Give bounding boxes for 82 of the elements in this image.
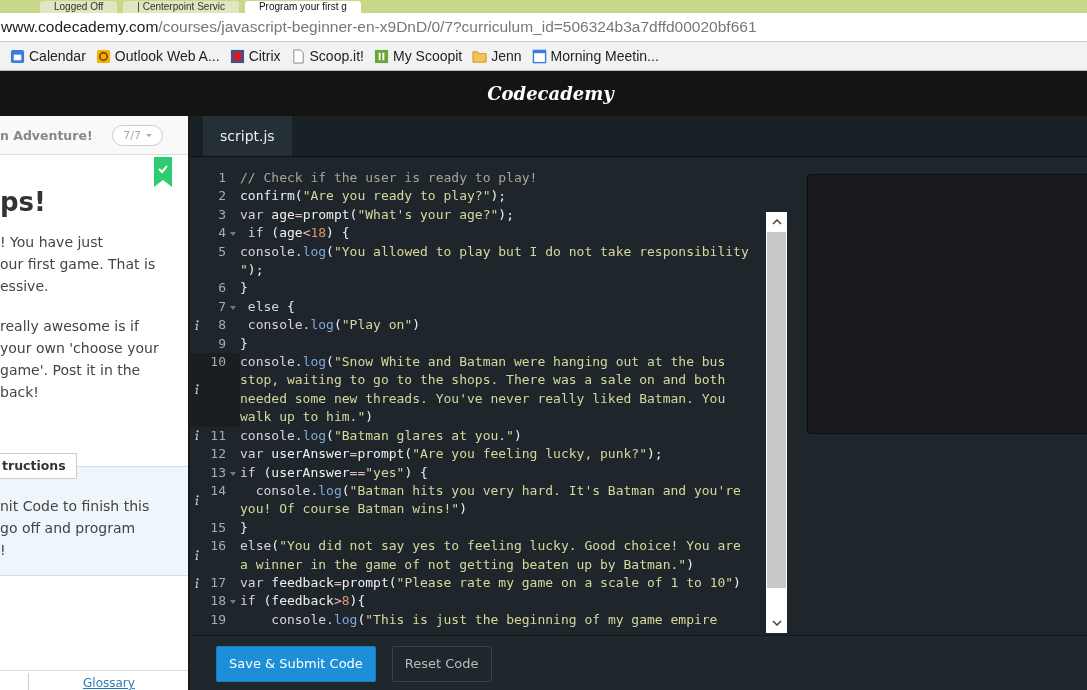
line-number: 18 xyxy=(209,592,226,611)
code-line: console.log("Batman hits you very hard. It's Batman and you're you! Of course Batman wins!") xyxy=(240,481,742,519)
code-line: } xyxy=(240,518,249,537)
bookmark-link[interactable]: Scoop.it! xyxy=(290,48,364,64)
browser-tab[interactable]: | Centerpoint Servic xyxy=(123,1,239,13)
code-line: } xyxy=(240,279,249,298)
line-number: 13 xyxy=(209,463,226,482)
two-bars-icon xyxy=(374,48,389,64)
scrollbar[interactable] xyxy=(766,212,787,633)
window-icon xyxy=(531,48,547,64)
code-line: console.log("Batman glares at you.") xyxy=(240,426,523,445)
code-line: } xyxy=(240,334,249,353)
line-number: 19 xyxy=(209,610,226,629)
info-icon[interactable] xyxy=(193,430,199,442)
line-number: 5 xyxy=(217,242,226,261)
line-number: 14 xyxy=(209,481,226,500)
info-icon[interactable] xyxy=(193,494,199,506)
line-number: 3 xyxy=(217,205,226,224)
page-icon xyxy=(290,48,306,64)
course-title: n Adventure! xyxy=(0,127,93,143)
line-number: 7 xyxy=(217,297,226,316)
site-logo[interactable]: Codecademy xyxy=(487,83,614,104)
glossary-link[interactable]: Glossary xyxy=(83,675,135,690)
line-number: 6 xyxy=(217,279,226,298)
code-line: var age=prompt("What's your age?"); xyxy=(240,205,515,224)
scroll-down-icon[interactable] xyxy=(771,620,782,626)
line-number: 2 xyxy=(217,187,226,206)
code-line: else("You did not say yes to feeling lucky. Good choice! You are a winner in the game of not getting beaten up by Batman.") xyxy=(240,537,742,574)
bookmark-link[interactable]: Morning Meetin... xyxy=(531,48,659,64)
line-number: 15 xyxy=(209,518,226,537)
bookmark-link[interactable]: Jenn xyxy=(472,48,522,64)
file-tab[interactable]: script.js xyxy=(203,116,292,156)
code-line: console.log("This is just the beginning of my game empire xyxy=(270,610,719,629)
info-icon[interactable] xyxy=(193,384,199,396)
submit-button[interactable]: Save & Submit Code xyxy=(216,645,376,682)
address-bar[interactable]: www.codecademy.com/courses/javascript-beginner-en-x9DnD/0/7?curriculum_id=506324b3a7dffd00020bf661 xyxy=(0,18,757,36)
info-icon[interactable] xyxy=(193,577,199,589)
instructions-text: nit Code to finish this go off and program ! xyxy=(0,497,151,560)
code-line: console.log("Snow White and Batman were hanging out at the bus stop, waiting to go to the shops. There was a sale on and both needed some new threads. You've never really liked Batman. You walk up to him.") xyxy=(240,353,727,427)
code-line: else { xyxy=(246,297,296,316)
caret-icon xyxy=(146,133,152,137)
scrollbar-thumb[interactable] xyxy=(767,232,786,588)
folder-icon xyxy=(472,48,488,64)
line-number: 16 xyxy=(209,537,226,556)
info-icon[interactable] xyxy=(193,319,199,331)
instructions-tab[interactable]: tructions xyxy=(0,453,77,479)
code-line: confirm("Are you ready to play?"); xyxy=(240,187,508,206)
code-line: console.log("You allowed to play but I do not take responsibility "); xyxy=(240,242,750,280)
fold-caret-icon[interactable] xyxy=(230,232,236,237)
lesson-paragraph: really awesome is if your own 'choose your game'. Post it in the back! xyxy=(0,317,160,402)
reset-button[interactable]: Reset Code xyxy=(391,645,492,682)
browser-tab[interactable]: Program your first g xyxy=(244,1,361,13)
line-number: 1 xyxy=(217,169,226,187)
code-line: if (userAnswer=="yes") { xyxy=(240,463,429,482)
fold-caret-icon[interactable] xyxy=(230,305,236,310)
scroll-up-icon[interactable] xyxy=(771,219,782,225)
code-line: var feedback=prompt("Please rate my game on a scale of 1 to 10") xyxy=(240,573,742,592)
bookmark-link[interactable]: Citrix xyxy=(229,48,281,64)
line-number: 12 xyxy=(209,445,226,464)
code-line: if (feedback>8){ xyxy=(240,592,367,611)
line-number: 8 xyxy=(217,316,226,335)
letter-o-icon xyxy=(95,48,111,64)
line-number: 4 xyxy=(217,224,226,243)
line-number: 10 xyxy=(209,353,226,372)
bookmark-link[interactable]: Calendar xyxy=(10,48,86,64)
info-icon[interactable] xyxy=(193,550,199,562)
dot-in-square-icon xyxy=(229,48,245,64)
code-line: if (age<18) { xyxy=(246,224,351,243)
calendar-icon xyxy=(10,48,25,64)
fold-caret-icon[interactable] xyxy=(230,471,236,476)
lesson-paragraph: ! You have just our first game. That is essive. xyxy=(0,233,157,296)
browser-tab[interactable]: Logged Off xyxy=(40,1,118,13)
fold-caret-icon[interactable] xyxy=(230,600,236,605)
code-line: // Check if the user is ready to play! xyxy=(240,169,539,187)
bookmark-link[interactable]: My Scoopit xyxy=(374,48,463,64)
code-line: console.log("Play on") xyxy=(246,316,422,335)
code-line: var userAnswer=prompt("Are you feeling lucky, punk?"); xyxy=(240,445,664,464)
line-number: 9 xyxy=(217,334,226,353)
bookmark-link[interactable]: Outlook Web A... xyxy=(95,48,220,64)
line-number: 11 xyxy=(209,426,226,445)
line-number: 17 xyxy=(209,573,226,592)
lesson-title: ps! xyxy=(0,187,47,217)
